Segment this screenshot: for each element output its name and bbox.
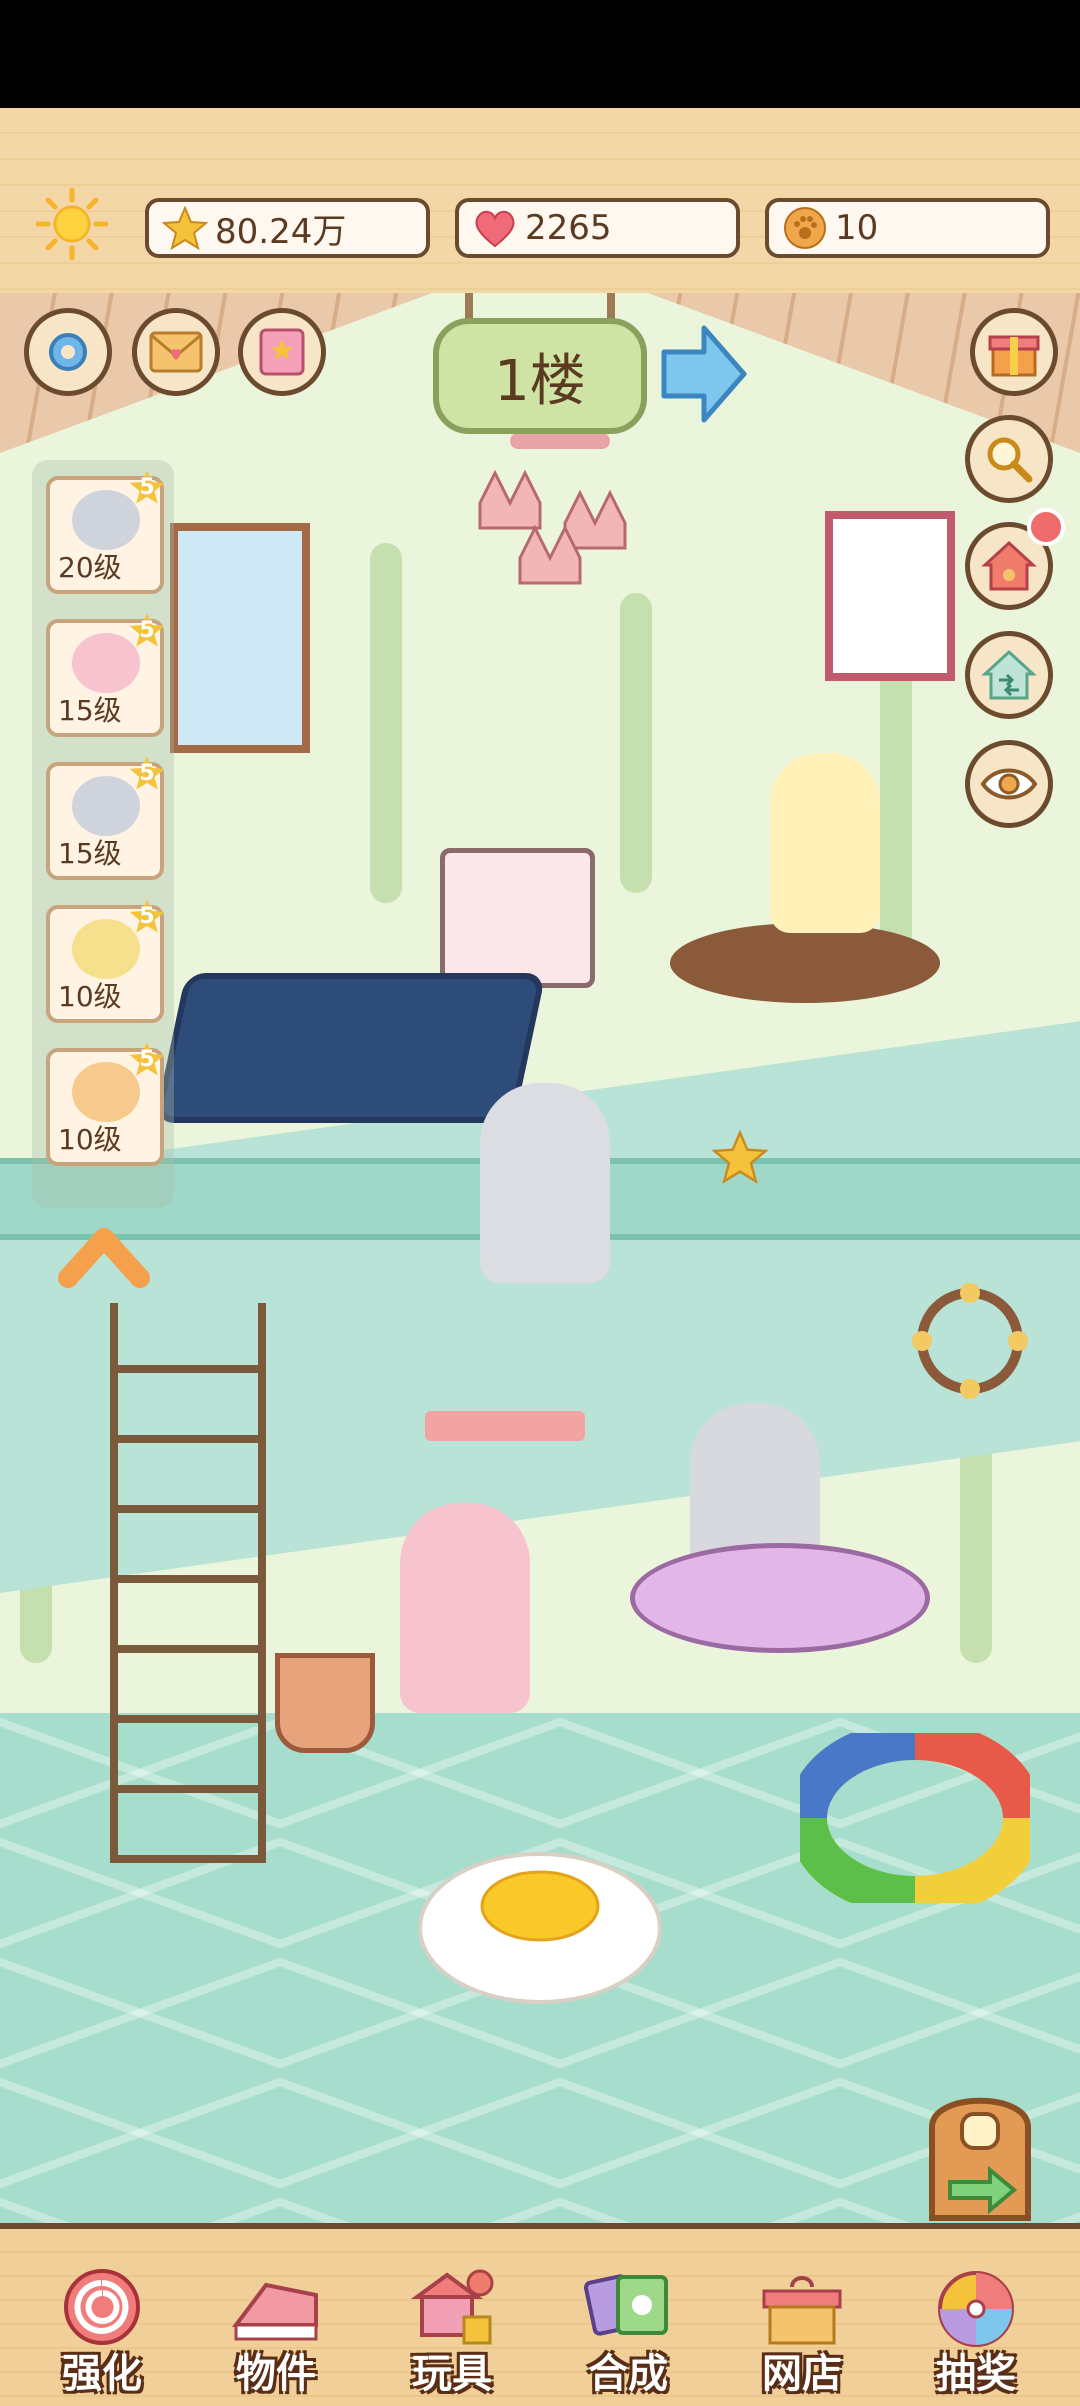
view-button[interactable] — [965, 740, 1053, 828]
character-level: 10级 — [58, 980, 122, 1013]
character-card[interactable]: 10级 5 — [46, 1042, 165, 1166]
star-icon — [161, 204, 209, 252]
layout-button[interactable] — [965, 631, 1053, 719]
picture-frame[interactable] — [825, 511, 955, 681]
character-card[interactable]: 15级 5 — [46, 756, 165, 880]
swim-ring[interactable] — [800, 1733, 1030, 1903]
wall-shelf[interactable] — [425, 1411, 585, 1441]
eye-icon — [980, 768, 1038, 800]
nav-label: 网店 — [762, 2351, 842, 2397]
bottom-navigation: 强化 物件 玩具 合成 网店 抽奖 — [0, 2223, 1080, 2406]
nav-lottery[interactable]: 抽奖 — [896, 2229, 1056, 2406]
cactus-decoration — [370, 543, 402, 903]
nav-label: 合成 — [588, 2351, 668, 2397]
nav-items[interactable]: 物件 — [196, 2229, 356, 2406]
character-level: 15级 — [58, 694, 122, 727]
star-badge: 5 — [128, 1040, 166, 1078]
star-pickup-icon[interactable] — [712, 1129, 768, 1185]
sun-icon[interactable] — [36, 188, 108, 260]
status-bar — [0, 0, 1080, 108]
nav-merge[interactable]: 合成 — [548, 2229, 708, 2406]
crown-chandelier[interactable] — [470, 433, 650, 593]
bed[interactable] — [154, 973, 546, 1123]
nav-shop[interactable]: 网店 — [722, 2229, 882, 2406]
heart-icon — [471, 204, 519, 252]
envelope-icon — [149, 331, 203, 373]
nav-label: 玩具 — [412, 2351, 492, 2397]
character-pink-hair[interactable] — [400, 1503, 530, 1713]
character-level: 15级 — [58, 837, 122, 870]
paw-coin-icon — [781, 204, 829, 252]
house-icon — [981, 540, 1037, 591]
cactus-decoration — [620, 593, 652, 893]
floor-sign: 1楼 — [433, 318, 647, 434]
notification-dot — [1027, 508, 1065, 546]
wooden-table[interactable] — [670, 923, 940, 1003]
heart-counter: 2265 — [455, 198, 740, 258]
gift-button[interactable] — [970, 308, 1058, 396]
heart-count: 2265 — [525, 208, 612, 248]
star-badge: 5 — [128, 897, 166, 935]
nav-strengthen[interactable]: 强化 — [22, 2229, 182, 2406]
chevron-up-icon[interactable] — [58, 1222, 150, 1288]
nav-label: 强化 — [62, 2351, 142, 2397]
fried-egg-rug[interactable] — [415, 1848, 665, 2008]
character-card[interactable]: 15级 5 — [46, 613, 165, 737]
character-gray-hair[interactable] — [480, 1083, 610, 1283]
nightstand[interactable] — [440, 848, 595, 988]
house-swap-icon — [981, 649, 1037, 700]
nav-toys[interactable]: 玩具 — [372, 2229, 532, 2406]
exit-door-icon[interactable] — [920, 2082, 1040, 2222]
album-button[interactable] — [238, 308, 326, 396]
potted-plant[interactable] — [275, 1653, 375, 1753]
magnifier-icon — [987, 437, 1033, 483]
star-badge: 5 — [128, 754, 166, 792]
swing-seat[interactable] — [630, 1543, 930, 1653]
character-level: 20级 — [58, 551, 122, 584]
character-blonde[interactable] — [770, 753, 880, 933]
coin-counter: 10 — [765, 198, 1050, 258]
character-card[interactable]: 10级 5 — [46, 899, 165, 1023]
character-level: 10级 — [58, 1123, 122, 1156]
coin-count: 10 — [835, 208, 879, 248]
nav-label: 物件 — [236, 2351, 316, 2397]
window[interactable] — [170, 523, 310, 753]
settings-button[interactable] — [24, 308, 112, 396]
book-icon — [259, 328, 305, 376]
search-button[interactable] — [965, 415, 1053, 503]
star-count: 80.24万 — [215, 211, 347, 252]
star-counter: 80.24万 — [145, 198, 430, 258]
vine-ladder[interactable] — [110, 1303, 266, 1863]
top-resource-bar: 80.24万 2265 10 — [0, 108, 1080, 299]
nav-label: 抽奖 — [936, 2351, 1016, 2397]
mail-button[interactable] — [132, 308, 220, 396]
star-badge: 5 — [128, 468, 166, 506]
character-card[interactable]: 20级 5 — [46, 470, 165, 594]
wreath-decoration[interactable] — [900, 1271, 1040, 1411]
gift-icon — [988, 335, 1040, 377]
gear-icon — [49, 333, 87, 371]
next-floor-arrow-icon[interactable] — [658, 322, 748, 426]
star-badge: 5 — [128, 611, 166, 649]
